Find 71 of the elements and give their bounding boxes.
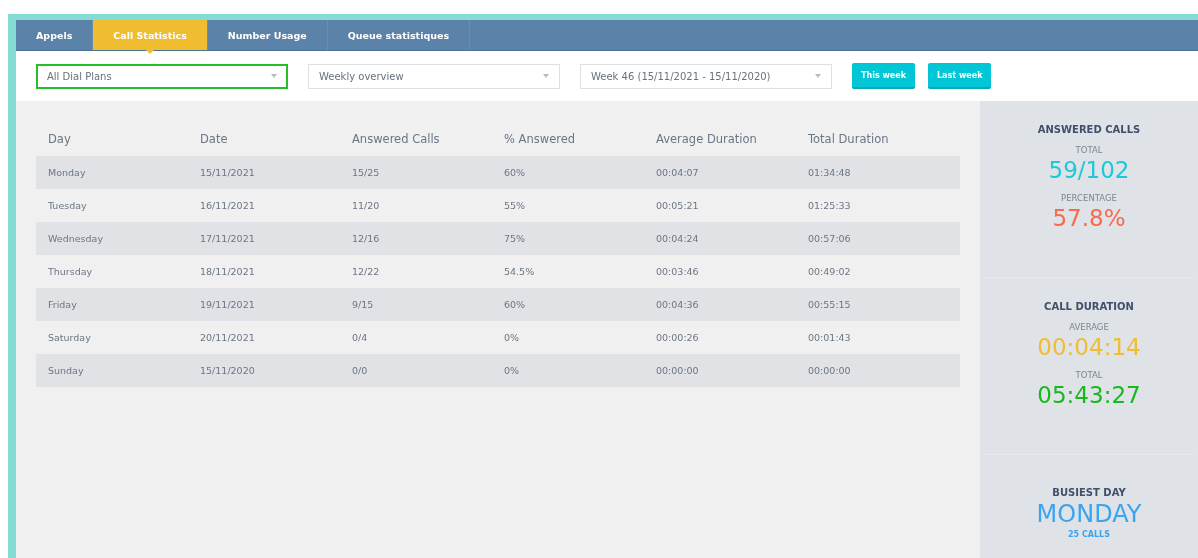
- column-header: Total Duration: [808, 131, 889, 146]
- dropdown-field[interactable]: Weekly overview: [308, 63, 560, 89]
- table-cell: 0/4: [352, 332, 368, 343]
- table-cell: 12/22: [352, 266, 380, 277]
- table-cell: Wednesday: [48, 233, 103, 244]
- stat-value: MONDAY: [1036, 500, 1142, 528]
- table-cell: 00:05:21: [656, 200, 699, 211]
- column-header: Day: [48, 131, 71, 146]
- table-cell: 00:04:07: [656, 167, 699, 178]
- section-title: BUSIEST DAY: [1052, 487, 1126, 498]
- table-cell: 00:00:00: [808, 365, 851, 376]
- week-button[interactable]: This week: [852, 63, 915, 89]
- table-cell: 15/25: [352, 167, 380, 178]
- table-cell: 00:00:00: [656, 365, 699, 376]
- table-cell: Sunday: [48, 365, 84, 376]
- table-cell: 9/15: [352, 299, 374, 310]
- table-cell: 12/16: [352, 233, 380, 244]
- table-cell: 01:34:48: [808, 167, 851, 178]
- tab[interactable]: Queue statistiques: [327, 20, 471, 50]
- caret-icon: [543, 74, 549, 78]
- table-cell: 54.5%: [504, 266, 535, 277]
- stat-value: 59/102: [1048, 157, 1130, 183]
- table-cell: 00:49:02: [808, 266, 851, 277]
- section-title: ANSWERED CALLS: [1037, 124, 1141, 135]
- dropdown-field[interactable]: All Dial Plans: [36, 63, 288, 89]
- column-header: Date: [200, 131, 228, 146]
- stat-note: 25 CALLS: [1068, 530, 1110, 539]
- table-cell: 00:04:24: [656, 233, 699, 244]
- table-cell: 00:04:36: [656, 299, 699, 310]
- table-cell: Thursday: [48, 266, 93, 277]
- table-cell: 01:25:33: [808, 200, 851, 211]
- table-cell: Saturday: [48, 332, 91, 343]
- caret-icon: [815, 74, 821, 78]
- section-title: CALL DURATION: [1044, 301, 1134, 312]
- table-cell: 19/11/2021: [200, 299, 255, 310]
- table-cell: 55%: [504, 200, 526, 211]
- table-cell: 11/20: [352, 200, 380, 211]
- table-cell: 15/11/2021: [200, 167, 255, 178]
- stat-label: PERCENTAGE: [1061, 193, 1117, 203]
- dropdown-field[interactable]: Week 46 (15/11/2021 - 15/11/2020): [580, 63, 832, 89]
- table-cell: 0%: [504, 332, 520, 343]
- table-cell: 00:00:26: [656, 332, 699, 343]
- table-cell: 0/0: [352, 365, 368, 376]
- table-cell: 00:57:06: [808, 233, 851, 244]
- tab[interactable]: Number Usage: [207, 20, 328, 50]
- stat-value: 57.8%: [1052, 205, 1126, 231]
- table-cell: 20/11/2021: [200, 332, 255, 343]
- stat-label: TOTAL: [1075, 370, 1103, 380]
- column-header: Answered Calls: [352, 131, 440, 146]
- table-cell: 60%: [504, 299, 526, 310]
- table-cell: 00:01:43: [808, 332, 851, 343]
- table-cell: Friday: [48, 299, 77, 310]
- table-cell: 60%: [504, 167, 526, 178]
- table-cell: 00:55:15: [808, 299, 851, 310]
- table-cell: 18/11/2021: [200, 266, 255, 277]
- caret-icon: [271, 74, 277, 78]
- table-cell: Tuesday: [48, 200, 87, 211]
- table-cell: 15/11/2020: [200, 365, 255, 376]
- stat-label: AVERAGE: [1069, 322, 1109, 332]
- table-cell: 75%: [504, 233, 526, 244]
- table-cell: Monday: [48, 167, 86, 178]
- table-cell: 16/11/2021: [200, 200, 255, 211]
- stat-value: 05:43:27: [1037, 382, 1141, 408]
- column-header: % Answered: [504, 131, 576, 146]
- stat-value: 00:04:14: [1037, 334, 1141, 360]
- week-button[interactable]: Last week: [928, 63, 992, 89]
- table-cell: 00:03:46: [656, 266, 699, 277]
- table-cell: 0%: [504, 365, 520, 376]
- column-header: Average Duration: [656, 131, 757, 146]
- stat-label: TOTAL: [1075, 145, 1103, 155]
- table-cell: 17/11/2021: [200, 233, 255, 244]
